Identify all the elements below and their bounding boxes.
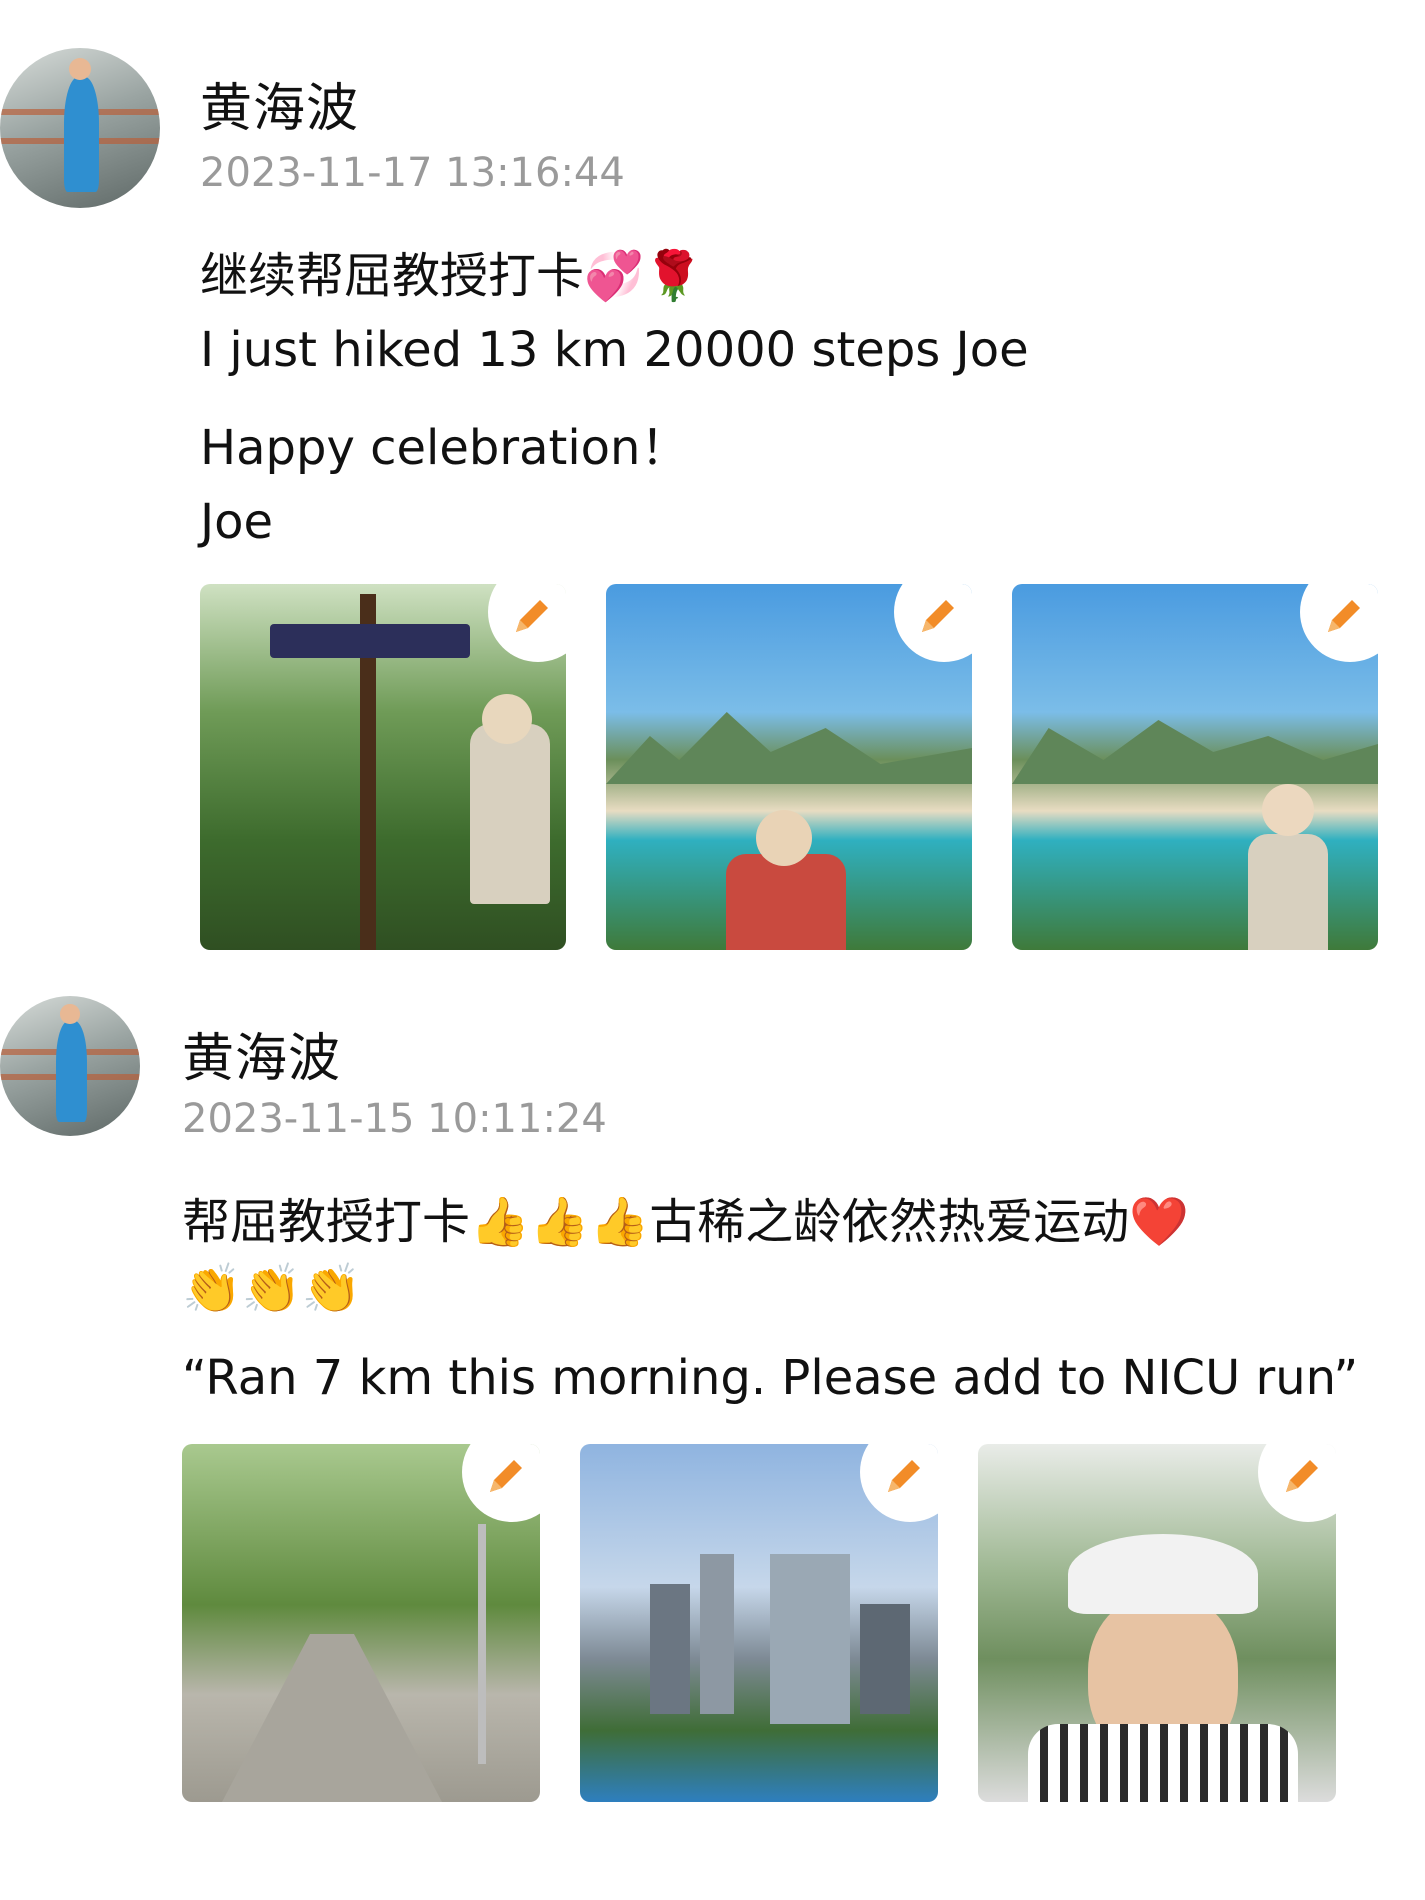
pencil-icon <box>490 1460 522 1492</box>
post-text-line: “Ran 7 km this morning. Please add to NI… <box>182 1350 1359 1406</box>
photo-thumbnail[interactable] <box>182 1444 540 1802</box>
post-text-line: 👏👏👏 <box>182 1261 362 1317</box>
edit-button[interactable] <box>1258 1444 1336 1522</box>
photo-thumbnail[interactable] <box>200 584 566 950</box>
pencil-icon <box>922 600 954 632</box>
moment-post: 黄海波 2023-11-15 10:11:24 帮屈教授打卡👍👍👍古稀之龄依然热… <box>0 960 1425 1900</box>
edit-button[interactable] <box>462 1444 540 1522</box>
edit-button[interactable] <box>488 584 566 662</box>
author-name[interactable]: 黄海波 <box>182 1016 341 1091</box>
pencil-icon <box>516 600 548 632</box>
pencil-icon <box>1328 600 1360 632</box>
post-timestamp: 2023-11-15 10:11:24 <box>182 1096 607 1142</box>
avatar[interactable] <box>0 996 140 1136</box>
photo-thumbnail[interactable] <box>580 1444 938 1802</box>
post-text-line: I just hiked 13 km 20000 steps Joe <box>200 322 1029 378</box>
edit-button[interactable] <box>1300 584 1378 662</box>
pencil-icon <box>888 1460 920 1492</box>
pencil-icon <box>1286 1460 1318 1492</box>
post-text-line: 继续帮屈教授打卡💞🌹 <box>200 248 704 304</box>
post-text-line: Happy celebration！ <box>200 420 689 476</box>
moment-post: 黄海波 2023-11-17 13:16:44 继续帮屈教授打卡💞🌹 I jus… <box>0 0 1425 960</box>
edit-button[interactable] <box>860 1444 938 1522</box>
photo-thumbnail[interactable] <box>1012 584 1378 950</box>
edit-button[interactable] <box>894 584 972 662</box>
author-name[interactable]: 黄海波 <box>200 66 359 141</box>
post-text-line: 帮屈教授打卡👍👍👍古稀之龄依然热爱运动❤️ <box>182 1194 1190 1250</box>
post-timestamp: 2023-11-17 13:16:44 <box>200 150 625 196</box>
photo-thumbnail[interactable] <box>978 1444 1336 1802</box>
avatar[interactable] <box>0 48 160 208</box>
photo-thumbnail[interactable] <box>606 584 972 950</box>
post-text-line: Joe <box>200 494 274 550</box>
